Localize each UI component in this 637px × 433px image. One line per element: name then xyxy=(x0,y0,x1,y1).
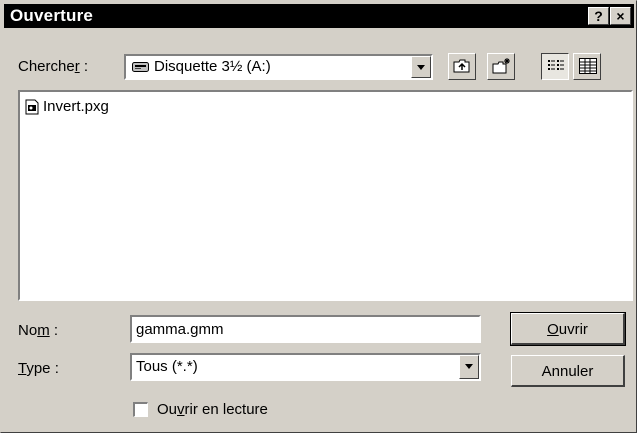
filetype-label: Type : xyxy=(18,360,59,377)
filetype-combo[interactable]: Tous (*.*) xyxy=(130,353,481,381)
lookin-dropdown-button[interactable] xyxy=(411,56,431,78)
create-new-folder-button[interactable] xyxy=(487,53,515,80)
list-view-button[interactable] xyxy=(541,53,569,80)
new-folder-icon xyxy=(492,58,510,74)
cancel-button[interactable]: Annuler xyxy=(511,355,625,387)
filename-value: gamma.gmm xyxy=(136,321,224,338)
help-button[interactable]: ? xyxy=(588,7,609,25)
up-folder-icon xyxy=(453,59,470,73)
details-view-icon xyxy=(579,58,597,74)
readonly-checkbox[interactable] xyxy=(133,402,148,417)
filename-input[interactable]: gamma.gmm xyxy=(130,315,481,343)
readonly-label[interactable]: Ouvrir en lecture xyxy=(157,401,268,418)
file-name: Invert.pxg xyxy=(43,98,109,115)
floppy-drive-icon xyxy=(132,62,149,72)
list-view-icon xyxy=(548,60,564,70)
lookin-value: Disquette 3½ (A:) xyxy=(154,58,271,75)
details-view-button[interactable] xyxy=(573,53,601,80)
close-button[interactable]: × xyxy=(610,7,631,25)
image-file-icon xyxy=(25,99,39,115)
lookin-label: Chercher : xyxy=(18,58,89,75)
up-one-level-button[interactable] xyxy=(448,53,476,80)
title-bar[interactable]: Ouverture ? × xyxy=(4,4,634,28)
lookin-combo[interactable]: Disquette 3½ (A:) xyxy=(124,54,433,80)
file-list[interactable]: Invert.pxg xyxy=(18,90,633,301)
open-dialog: Ouverture ? × Chercher : Disquette 3½ (A… xyxy=(0,0,637,433)
filetype-value: Tous (*.*) xyxy=(136,358,198,375)
filetype-dropdown-button[interactable] xyxy=(459,355,479,379)
filename-label: Nom : xyxy=(18,322,59,339)
open-button[interactable]: Ouvrir xyxy=(510,312,626,346)
dialog-title: Ouverture xyxy=(10,6,94,25)
